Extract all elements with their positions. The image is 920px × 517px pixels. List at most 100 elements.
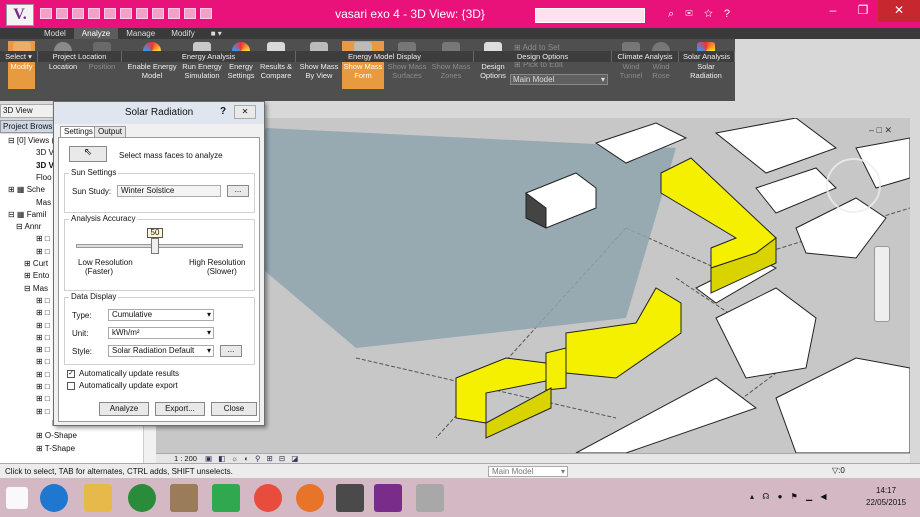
wind-rose-button[interactable]: Wind Rose xyxy=(648,41,674,89)
text-icon[interactable] xyxy=(152,8,164,19)
help-icon[interactable]: ? xyxy=(220,106,226,117)
start-icon[interactable] xyxy=(6,487,28,509)
analyze-button[interactable]: Analyze xyxy=(99,402,149,416)
viewcube[interactable] xyxy=(826,158,881,213)
media-icon[interactable] xyxy=(128,484,156,512)
infocenter-icons[interactable]: ⌕ ✉ ☆ ? xyxy=(668,8,734,21)
tab-model[interactable]: Model xyxy=(36,28,74,39)
browser-tree-item[interactable]: ⊞ Ento xyxy=(24,271,49,281)
store-icon[interactable] xyxy=(212,484,240,512)
style-browse-button[interactable]: ... xyxy=(220,345,242,357)
design-options-button[interactable]: Design Options xyxy=(476,41,510,89)
browser-tree-item[interactable]: ⊞ □ xyxy=(36,345,50,355)
select-mass-button[interactable]: ⇖ xyxy=(69,146,107,162)
viewport-window-controls[interactable]: – □ ✕ xyxy=(869,125,892,136)
dialog-close-icon[interactable]: ✕ xyxy=(234,105,256,119)
location-button[interactable]: Location xyxy=(45,41,81,89)
export-button[interactable]: Export... xyxy=(155,402,205,416)
minimize-button[interactable]: – xyxy=(818,0,848,22)
auto-update-export-checkbox[interactable] xyxy=(67,382,75,390)
show-mass-zones-button[interactable]: Show Mass Zones xyxy=(430,41,472,89)
browser-tree-item[interactable]: ⊞ □ xyxy=(36,247,50,257)
browser-tree-item[interactable]: ⊟ Annr xyxy=(16,222,41,232)
browser-tree-item[interactable]: ⊞ □ xyxy=(36,333,50,343)
browser-tree-item[interactable]: ⊞ □ xyxy=(36,234,50,244)
save-icon[interactable] xyxy=(72,8,84,19)
print-icon[interactable] xyxy=(120,8,132,19)
run-energy-simulation-button[interactable]: Run Energy Simulation xyxy=(181,41,223,89)
browser-tree-item[interactable]: Mas xyxy=(36,198,51,208)
chrome-icon[interactable] xyxy=(254,484,282,512)
results-compare-button[interactable]: Results & Compare xyxy=(258,41,294,89)
browser-tree-item[interactable]: ⊞ T-Shape xyxy=(36,444,75,454)
position-button[interactable]: Position xyxy=(84,41,120,89)
open-icon[interactable] xyxy=(56,8,68,19)
unit-select[interactable]: kWh/m² ▾ xyxy=(108,327,214,339)
close-hidden-icon[interactable] xyxy=(200,8,212,19)
undo-icon[interactable] xyxy=(88,8,100,19)
enable-energy-model-button[interactable]: Enable Energy Model xyxy=(125,41,179,89)
browser-tree-item[interactable]: ⊞ O-Shape xyxy=(36,431,77,441)
browser-tree-item[interactable]: ⊞ □ xyxy=(36,394,50,404)
browser-tree-item[interactable]: Floo xyxy=(36,173,52,183)
group-select[interactable]: Select ▾ xyxy=(0,51,38,62)
tray-icons[interactable]: ▴ ☊ ● ⚑ ▁ ◀ xyxy=(750,492,830,501)
filter-count[interactable]: ▽:0 xyxy=(832,466,845,475)
sun-study-browse-button[interactable]: ... xyxy=(227,185,249,197)
view-scale[interactable]: 1 : 200 xyxy=(174,454,197,463)
solar-radiation-button[interactable]: Solar Radiation xyxy=(684,41,728,89)
browser-tree-item[interactable]: ⊟ Mas xyxy=(24,284,48,294)
design-option-select[interactable]: Main Model ▾ xyxy=(510,74,608,85)
3d-viewport[interactable]: – □ ✕ Boston, MA ▾ xyxy=(156,118,910,453)
tab-extra[interactable]: ■ ▾ xyxy=(203,28,230,39)
accuracy-slider-track[interactable] xyxy=(76,244,243,248)
firefox-icon[interactable] xyxy=(296,484,324,512)
view-3d-icon[interactable] xyxy=(168,8,180,19)
search-input[interactable] xyxy=(535,8,645,23)
ie-icon[interactable] xyxy=(40,484,68,512)
measure-icon[interactable] xyxy=(136,8,148,19)
browser-tree-item[interactable]: ⊞ □ xyxy=(36,382,50,392)
browser-tree-item[interactable]: ⊞ □ xyxy=(36,296,50,306)
browser-tree-item[interactable]: ⊟ [0] Views ( xyxy=(8,136,54,146)
tab-manage[interactable]: Manage xyxy=(118,28,163,39)
redo-icon[interactable] xyxy=(104,8,116,19)
browser-tree-item[interactable]: ⊞ □ xyxy=(36,357,50,367)
status-model-select[interactable]: Main Model ▾ xyxy=(488,466,568,477)
browser-tree-item[interactable]: 3D V xyxy=(36,161,54,171)
wind-tunnel-button[interactable]: Wind Tunnel xyxy=(616,41,646,89)
3d-scene[interactable] xyxy=(156,118,910,453)
show-mass-form-button[interactable]: Show Mass Form xyxy=(342,41,384,89)
navigation-bar[interactable] xyxy=(874,246,890,322)
maximize-button[interactable]: ❐ xyxy=(848,0,878,22)
app-icon[interactable] xyxy=(170,484,198,512)
browser-tree-item[interactable]: ⊞ Curt xyxy=(24,259,48,269)
modify-button[interactable]: Modify xyxy=(8,41,35,89)
app2-icon[interactable] xyxy=(336,484,364,512)
type-select[interactable]: Cumulative ▾ xyxy=(108,309,214,321)
browser-tree-item[interactable]: 3D V xyxy=(36,148,54,158)
tab-analyze[interactable]: Analyze xyxy=(73,28,119,39)
auto-update-results-checkbox[interactable]: ✓ xyxy=(67,370,75,378)
browser-tree-item[interactable]: ⊞ □ xyxy=(36,370,50,380)
location-label[interactable]: Boston, MA ▾ xyxy=(832,220,879,229)
clock-time[interactable]: 14:17 xyxy=(876,486,896,495)
application-menu-button[interactable]: V. xyxy=(6,4,34,26)
style-select[interactable]: Solar Radiation Default ▾ xyxy=(108,345,214,357)
new-icon[interactable] xyxy=(40,8,52,19)
show-mass-by-view-button[interactable]: Show Mass By View xyxy=(298,41,340,89)
thin-lines-icon[interactable] xyxy=(184,8,196,19)
app3-icon[interactable] xyxy=(416,484,444,512)
show-mass-surfaces-button[interactable]: Show Mass Surfaces xyxy=(386,41,428,89)
tab-modify[interactable]: Modify xyxy=(163,28,203,39)
close-button[interactable]: ✕ xyxy=(878,0,920,22)
close-dialog-button[interactable]: Close xyxy=(211,402,257,416)
clock-date[interactable]: 22/05/2015 xyxy=(866,498,906,507)
vasari-icon[interactable] xyxy=(374,484,402,512)
browser-tree-item[interactable]: ⊞ □ xyxy=(36,321,50,331)
accuracy-slider-thumb[interactable] xyxy=(151,238,159,254)
browser-tree-item[interactable]: ⊞ □ xyxy=(36,407,50,417)
explorer-icon[interactable] xyxy=(84,484,112,512)
browser-tree-item[interactable]: ⊟ ▦ Famil xyxy=(8,210,46,220)
browser-tree-item[interactable]: ⊞ □ xyxy=(36,308,50,318)
